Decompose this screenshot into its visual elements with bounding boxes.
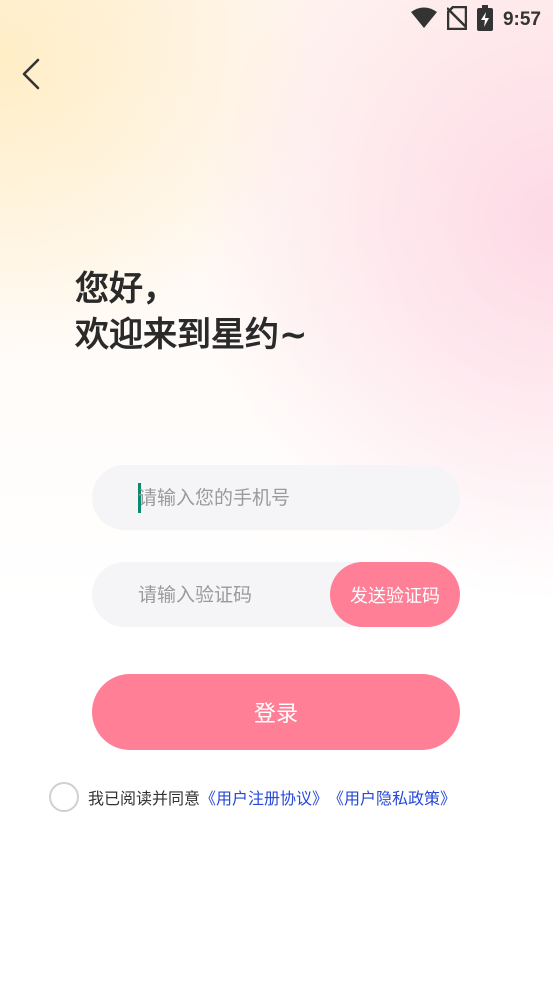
code-field-container: 发送验证码 bbox=[92, 562, 460, 627]
login-button[interactable]: 登录 bbox=[92, 674, 460, 750]
status-bar: 9:57 bbox=[0, 0, 553, 40]
phone-field-container bbox=[92, 465, 460, 530]
wifi-icon bbox=[410, 7, 437, 33]
back-button[interactable] bbox=[16, 56, 48, 92]
agreement-row: 我已阅读并同意 《用户注册协议》 《用户隐私政策》 bbox=[49, 781, 456, 813]
phone-input[interactable] bbox=[138, 465, 348, 530]
chevron-left-icon bbox=[16, 58, 48, 96]
greeting-line-1: 您好， bbox=[75, 269, 177, 309]
status-time: 9:57 bbox=[502, 9, 541, 30]
user-agreement-link[interactable]: 《用户注册协议》 bbox=[200, 785, 328, 809]
agreement-checkbox[interactable] bbox=[49, 782, 79, 812]
battery-charging-icon bbox=[476, 5, 493, 35]
privacy-policy-link[interactable]: 《用户隐私政策》 bbox=[328, 785, 456, 809]
no-sim-icon bbox=[446, 5, 468, 34]
greeting-line-2: 欢迎来到星约~ bbox=[75, 315, 308, 355]
send-code-button[interactable]: 发送验证码 bbox=[330, 562, 460, 627]
verification-code-input[interactable] bbox=[138, 562, 348, 627]
greeting-title: 您好， 欢迎来到星约~ bbox=[75, 266, 308, 358]
agreement-text: 我已阅读并同意 bbox=[88, 789, 201, 808]
